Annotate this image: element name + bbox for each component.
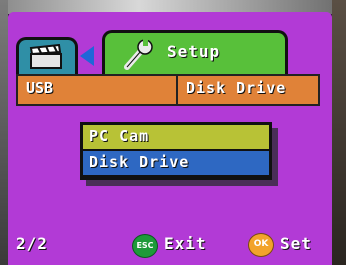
tab-strip: Setup <box>8 12 332 77</box>
option-disk-drive[interactable]: Disk Drive <box>83 151 269 175</box>
setting-row-usb[interactable]: USB Disk Drive <box>16 74 320 106</box>
tab-camera[interactable] <box>16 37 78 76</box>
clapperboard-icon <box>29 44 62 69</box>
esc-button-label: ESC <box>136 241 154 250</box>
wrench-icon <box>124 39 153 70</box>
exit-label: Exit <box>164 234 207 253</box>
option-pc-cam[interactable]: PC Cam <box>83 125 269 149</box>
device-photo: Setup USB Disk Drive PC Cam Disk Drive 2… <box>0 0 346 265</box>
footer-bar: 2/2 ESC Exit OK Set <box>8 226 332 265</box>
camera-menu-screen: Setup USB Disk Drive PC Cam Disk Drive 2… <box>8 12 332 265</box>
tab-setup-label: Setup <box>167 42 221 61</box>
set-label: Set <box>280 234 312 253</box>
ok-button-icon[interactable]: OK <box>248 233 274 257</box>
setting-value: Disk Drive <box>186 79 287 97</box>
photo-edge-right <box>332 0 346 265</box>
usb-mode-dropdown: PC Cam Disk Drive <box>80 122 272 180</box>
tab-left-arrow-icon[interactable] <box>80 46 94 66</box>
option-label: Disk Drive <box>89 153 190 171</box>
photo-edge-left <box>0 0 8 265</box>
row-divider <box>176 76 178 104</box>
setting-name: USB <box>26 79 54 97</box>
option-label: PC Cam <box>89 127 150 145</box>
esc-button-icon[interactable]: ESC <box>132 234 158 258</box>
tab-setup[interactable]: Setup <box>102 30 288 77</box>
ok-button-label: OK <box>253 239 269 249</box>
page-indicator: 2/2 <box>16 234 48 253</box>
